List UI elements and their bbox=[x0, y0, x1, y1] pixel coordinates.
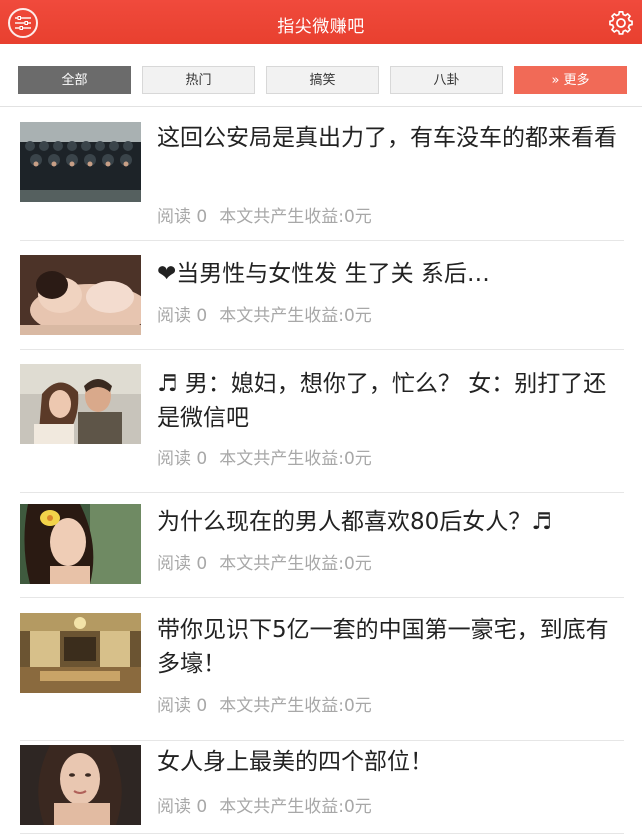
article-meta: 阅读 0 本文共产生收益:0元 bbox=[157, 301, 372, 326]
article-thumbnail[interactable] bbox=[20, 613, 141, 693]
read-count: 阅读 0 bbox=[157, 554, 208, 574]
read-count: 阅读 0 bbox=[157, 207, 208, 227]
article-title[interactable]: ❤当男性与女性发 生了关 系后… bbox=[157, 257, 617, 291]
tab-funny[interactable]: 搞笑 bbox=[266, 66, 379, 94]
article-thumbnail[interactable] bbox=[20, 745, 141, 825]
read-count: 阅读 0 bbox=[157, 696, 208, 716]
tab-more[interactable]: » 更多 bbox=[514, 66, 627, 94]
read-count: 阅读 0 bbox=[157, 306, 208, 326]
article-title[interactable]: 带你见识下5亿一套的中国第一豪宅，到底有多壕！ bbox=[157, 613, 617, 681]
article-title[interactable]: 这回公安局是真出力了，有车没车的都来看看 bbox=[157, 121, 617, 155]
article-title[interactable]: ♬ 男：媳妇，想你了，忙么？ 女：别打了还是微信吧 bbox=[157, 367, 617, 435]
row-divider bbox=[20, 740, 624, 741]
earnings-text: 本文共产生收益:0元 bbox=[219, 554, 372, 574]
row-divider bbox=[20, 492, 624, 493]
article-thumbnail[interactable] bbox=[20, 255, 141, 335]
row-divider bbox=[20, 833, 624, 834]
row-divider bbox=[20, 597, 624, 598]
row-divider bbox=[20, 349, 624, 350]
gear-icon[interactable] bbox=[608, 10, 634, 36]
article-meta: 阅读 0 本文共产生收益:0元 bbox=[157, 792, 372, 817]
tab-hot[interactable]: 热门 bbox=[142, 66, 255, 94]
article-thumbnail[interactable] bbox=[20, 504, 141, 584]
read-count: 阅读 0 bbox=[157, 449, 208, 469]
earnings-text: 本文共产生收益:0元 bbox=[219, 449, 372, 469]
earnings-text: 本文共产生收益:0元 bbox=[219, 696, 372, 716]
page-title: 指尖微赚吧 bbox=[277, 17, 365, 37]
article-meta: 阅读 0 本文共产生收益:0元 bbox=[157, 202, 372, 227]
category-tabs: 全部 热门 搞笑 八卦 » 更多 bbox=[0, 66, 642, 96]
earnings-text: 本文共产生收益:0元 bbox=[219, 797, 372, 817]
article-meta: 阅读 0 本文共产生收益:0元 bbox=[157, 444, 372, 469]
tab-gossip[interactable]: 八卦 bbox=[390, 66, 503, 94]
article-meta: 阅读 0 本文共产生收益:0元 bbox=[157, 691, 372, 716]
article-title[interactable]: 为什么现在的男人都喜欢80后女人？♬ bbox=[157, 505, 617, 539]
article-meta: 阅读 0 本文共产生收益:0元 bbox=[157, 549, 372, 574]
article-thumbnail[interactable] bbox=[20, 364, 141, 444]
article-title[interactable]: 女人身上最美的四个部位！ bbox=[157, 745, 617, 779]
earnings-text: 本文共产生收益:0元 bbox=[219, 306, 372, 326]
tab-all[interactable]: 全部 bbox=[18, 66, 131, 94]
row-divider bbox=[20, 240, 624, 241]
article-thumbnail[interactable] bbox=[20, 122, 141, 202]
app-header: 指尖微赚吧 bbox=[0, 0, 642, 44]
tabs-divider bbox=[0, 106, 642, 107]
earnings-text: 本文共产生收益:0元 bbox=[219, 207, 372, 227]
read-count: 阅读 0 bbox=[157, 797, 208, 817]
